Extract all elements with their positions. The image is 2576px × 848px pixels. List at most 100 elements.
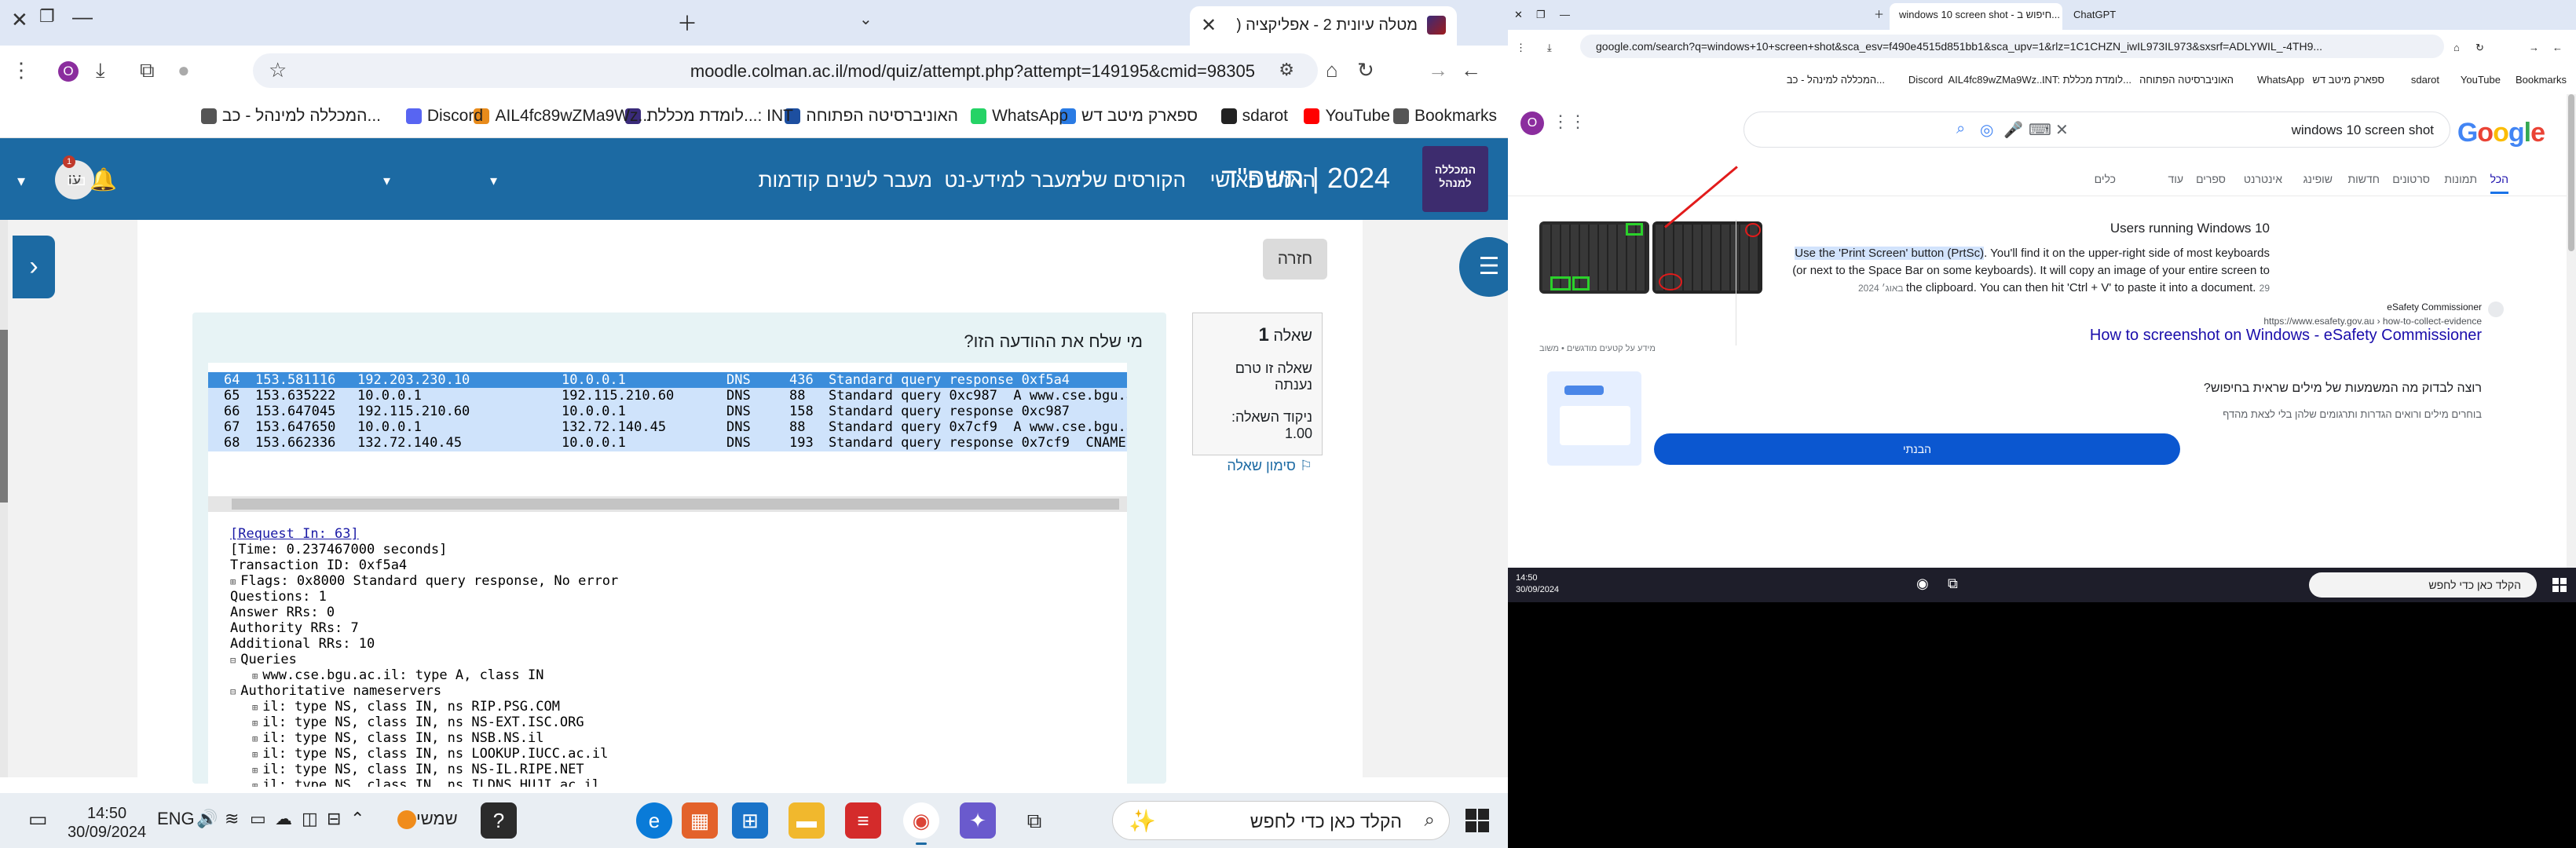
flag-question-link[interactable]: ⚐ סימון שאלה: [1202, 458, 1312, 474]
gtab-web[interactable]: אינטרנט: [2244, 173, 2282, 185]
gtab-books[interactable]: ספרים: [2196, 173, 2226, 185]
right-taskbar-search[interactable]: הקלד כאן כדי לחפש: [2309, 572, 2537, 598]
google-search-box[interactable]: windows 10 screen shot ⌕ ◎ 🎤 ⌨ ✕: [1744, 111, 2450, 148]
bookmark-star-icon[interactable]: ☆: [269, 58, 287, 82]
gtab-shopping[interactable]: שופינג: [2303, 173, 2333, 185]
result-title-link[interactable]: How to screenshot on Windows - eSafety C…: [2090, 327, 2482, 345]
windows-start-icon[interactable]: [2552, 578, 2567, 592]
battery-icon[interactable]: ▭: [250, 809, 266, 829]
bookmark-item[interactable]: Discord: [405, 107, 483, 126]
address-bar[interactable]: ☆ moodle.colman.ac.il/mod/quiz/attempt.p…: [253, 53, 1318, 88]
bookmark-item[interactable]: ספארק מיטב דש: [1060, 107, 1198, 126]
expand-toggle-icon[interactable]: ⊟: [230, 686, 236, 697]
download-icon[interactable]: ⤓: [96, 58, 105, 83]
help-app-icon[interactable]: ?: [481, 802, 517, 839]
edge-icon[interactable]: e: [636, 802, 672, 839]
chevron-down-icon[interactable]: ▾: [490, 173, 497, 189]
task-view-icon[interactable]: ⧉: [1948, 576, 1958, 592]
college-logo[interactable]: המכללה למנהל: [1422, 146, 1488, 212]
menu-dots-icon[interactable]: ⋮: [1516, 36, 1526, 63]
menu-dots-icon[interactable]: ⋮: [11, 58, 31, 82]
minimize-icon[interactable]: —: [1560, 3, 1570, 30]
detail-text[interactable]: [Request In: 63]: [230, 526, 359, 542]
taskbar-search[interactable]: ✨ הקלד כאן כדי לחפש ⌕: [1112, 801, 1450, 840]
clear-icon[interactable]: ✕: [2055, 120, 2069, 140]
feedback-line[interactable]: מידע על קטעים מודגשים • משוב: [1539, 344, 1656, 353]
back-button[interactable]: חזרה: [1263, 239, 1327, 280]
expand-toggle-icon[interactable]: ⊞: [252, 765, 258, 776]
record-icon[interactable]: ●: [177, 58, 190, 82]
bookmark-item[interactable]: Bookmarks: [2516, 74, 2567, 86]
google-logo[interactable]: Google: [2457, 118, 2545, 148]
course-index-toggle[interactable]: ›: [13, 236, 55, 298]
bookmark-item[interactable]: WhatsApp: [971, 107, 1068, 126]
restore-icon[interactable]: ❐: [39, 6, 55, 27]
extensions-icon[interactable]: ⧉: [140, 58, 155, 83]
copilot-icon[interactable]: ✦: [960, 802, 996, 839]
new-tab-icon[interactable]: ＋: [1874, 3, 1884, 30]
right-address-bar[interactable]: google.com/search?q=windows+10+screen+sh…: [1580, 35, 2444, 58]
bookmark-item[interactable]: WhatsApp: [2257, 74, 2304, 86]
bookmark-item[interactable]: ספארק מיטב דש: [2312, 74, 2384, 86]
search-icon[interactable]: ⌕: [1956, 120, 1965, 138]
got-it-button[interactable]: הבנתי: [1654, 433, 2180, 465]
home-icon[interactable]: ⌂: [1326, 58, 1338, 82]
forward-icon[interactable]: →: [2529, 36, 2539, 63]
nav-meida-net[interactable]: מעבר למידע-נט: [944, 168, 1080, 192]
google-profile-avatar[interactable]: O: [1520, 111, 1544, 135]
gtab-all[interactable]: הכל: [2490, 173, 2508, 194]
reload-icon[interactable]: ↻: [1357, 58, 1374, 82]
tray-app-icon[interactable]: ◫: [302, 809, 318, 829]
keyboard-icon[interactable]: ⌨: [2029, 120, 2051, 140]
tab-google-search[interactable]: windows 10 screen shot - חיפוש ב...: [1890, 3, 2062, 30]
keyboard-image[interactable]: [1652, 221, 1762, 294]
close-window-icon[interactable]: ✕: [11, 8, 28, 32]
restore-icon[interactable]: ❐: [1536, 3, 1546, 30]
bookmark-item[interactable]: AIL4fc89wZMa9Wz...: [1948, 74, 2045, 86]
gtab-more[interactable]: עוד: [2168, 173, 2183, 185]
result-source[interactable]: eSafety Commissioner https://www.esafety…: [2263, 300, 2504, 328]
nav-personal-area[interactable]: האזור האישי: [1210, 168, 1315, 192]
chevron-down-icon[interactable]: ▾: [383, 173, 390, 189]
forward-icon[interactable]: →: [1428, 58, 1448, 82]
keyboard-image[interactable]: [1539, 221, 1649, 294]
bookmark-item[interactable]: YouTube: [1304, 107, 1390, 126]
bell-icon[interactable]: 🔔: [90, 166, 117, 192]
close-window-icon[interactable]: ✕: [1514, 3, 1523, 30]
page-scrollbar[interactable]: [0, 220, 8, 777]
chevron-down-icon[interactable]: ▾: [17, 171, 25, 191]
expand-toggle-icon[interactable]: ⊞: [252, 749, 258, 760]
gtab-tools[interactable]: כלים: [2095, 173, 2116, 185]
messages-icon[interactable]: ▭: [66, 166, 86, 192]
home-icon[interactable]: ⌂: [2453, 36, 2460, 63]
app-icon[interactable]: ≡: [845, 802, 881, 839]
show-hidden-icons[interactable]: ⌃: [350, 809, 364, 829]
expand-toggle-icon[interactable]: ⊞: [252, 702, 258, 713]
bookmark-item[interactable]: sdarot: [2411, 74, 2439, 86]
tab-chatgpt[interactable]: ChatGPT: [2073, 3, 2116, 30]
nav-my-courses[interactable]: הקורסים שלי: [1077, 168, 1186, 192]
expand-toggle-icon[interactable]: ⊟: [230, 655, 236, 666]
back-icon[interactable]: ←: [1461, 58, 1481, 82]
google-scrollbar[interactable]: [2567, 94, 2576, 568]
expand-toggle-icon[interactable]: ⊞: [252, 671, 258, 682]
file-explorer-icon[interactable]: ▬: [789, 802, 825, 839]
chrome-icon[interactable]: ◉: [903, 802, 939, 845]
nav-previous-years[interactable]: מעבר לשנים קודמות: [759, 168, 932, 192]
mic-icon[interactable]: 🎤: [2003, 120, 2023, 140]
expand-toggle-icon[interactable]: ⊞: [252, 780, 258, 787]
back-icon[interactable]: ←: [2552, 36, 2563, 63]
tab-search-icon[interactable]: ⌄: [859, 9, 873, 29]
apps-grid-icon[interactable]: ⋮⋮: [1552, 111, 1586, 132]
quiz-navigation-toggle[interactable]: ☰: [1459, 237, 1508, 297]
notifications-icon[interactable]: ▭: [28, 807, 48, 832]
store-icon[interactable]: ⊞: [732, 802, 768, 839]
volume-icon[interactable]: 🔊: [196, 809, 218, 829]
app-icon[interactable]: ▦: [682, 802, 718, 839]
chrome-icon[interactable]: ◉: [1916, 576, 1929, 592]
gtab-images[interactable]: תמונות: [2444, 173, 2477, 185]
reload-icon[interactable]: ↻: [2475, 36, 2484, 63]
bookmark-item[interactable]: Discord: [1908, 74, 1943, 86]
cloud-icon[interactable]: ☁: [275, 809, 292, 829]
bookmark-item[interactable]: המכללה למינהל - כב...: [1787, 74, 1885, 86]
